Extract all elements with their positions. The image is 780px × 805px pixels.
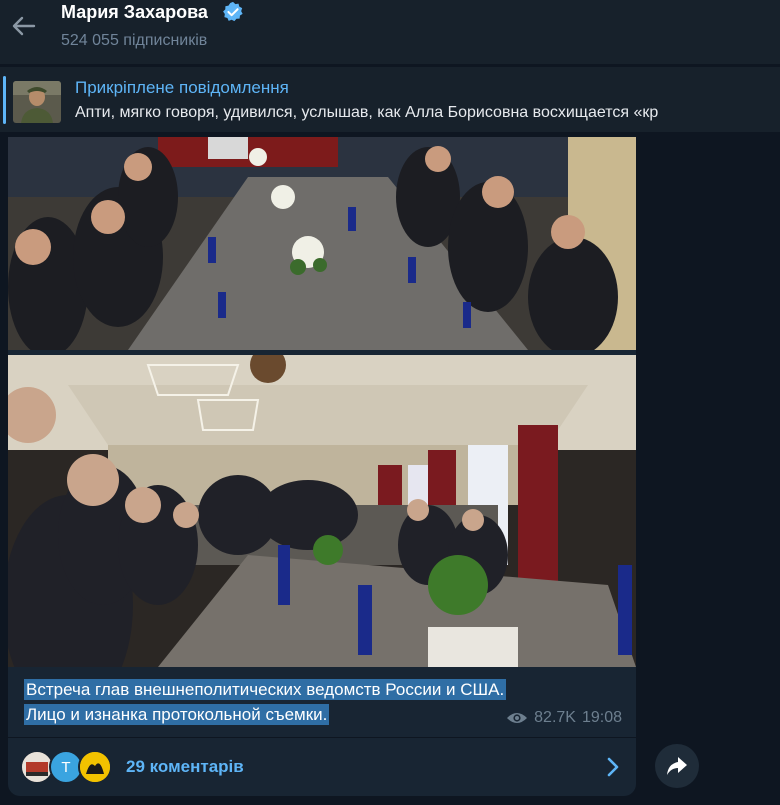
photo-meeting-table[interactable] xyxy=(8,137,636,350)
caption-line-2: Лицо и изнанка протокольной съемки. xyxy=(24,704,330,725)
chat-header: Мария Захарова 524 055 підписників xyxy=(0,0,780,64)
photo-meeting-room[interactable] xyxy=(8,355,636,667)
comments-button[interactable]: T 29 коментарів xyxy=(8,737,636,796)
back-arrow-icon[interactable] xyxy=(10,12,38,40)
eye-icon xyxy=(507,713,528,723)
message-meta: 82.7K 19:08 xyxy=(506,709,622,727)
view-count: 82.7K xyxy=(534,709,576,726)
share-button[interactable] xyxy=(655,744,699,788)
caption-line-1: Встреча глав внешнеполитических ведомств… xyxy=(24,679,507,700)
commenter-avatar xyxy=(78,750,112,784)
pinned-label: Прикріплене повідомлення xyxy=(75,78,289,97)
subscriber-count: 524 055 підписників xyxy=(61,32,208,49)
pinned-thumbnail xyxy=(13,81,61,123)
pinned-message-bar[interactable]: Прикріплене повідомлення Апти, мягко гов… xyxy=(0,66,780,132)
message-time: 19:08 xyxy=(581,709,622,726)
pinned-text: Апти, мягко говоря, удивился, услышав, к… xyxy=(75,104,659,121)
verified-icon xyxy=(223,1,243,22)
comments-label: 29 коментарів xyxy=(126,757,244,776)
channel-title[interactable]: Мария Захарова xyxy=(61,2,208,23)
chevron-right-icon xyxy=(607,757,619,777)
message-bubble: Встреча глав внешнеполитических ведомств… xyxy=(8,137,636,796)
share-icon xyxy=(667,757,687,775)
pinned-indicator xyxy=(3,76,6,124)
